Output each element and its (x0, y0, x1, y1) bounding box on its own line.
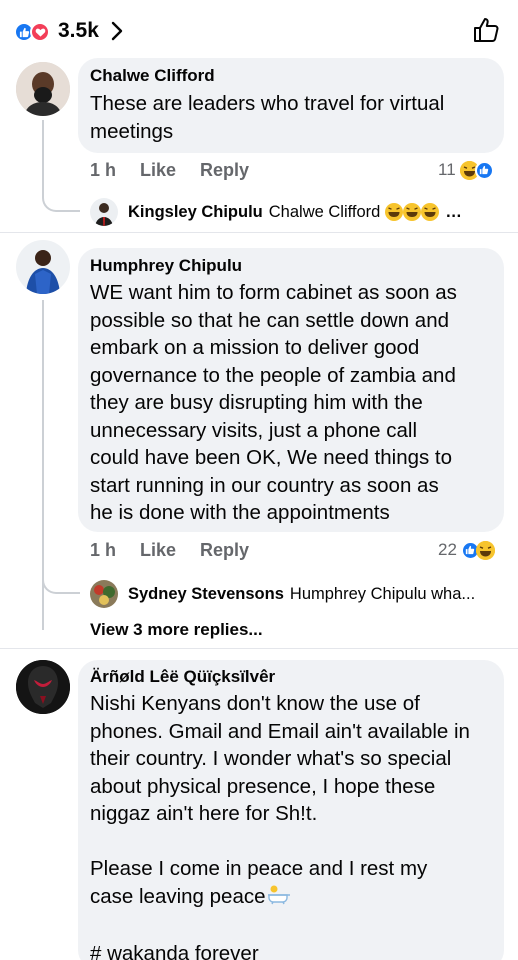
thumbs-up-icon[interactable] (472, 16, 500, 49)
reply-preview[interactable]: Sydney Stevensons Humphrey Chipulu wha..… (90, 580, 475, 608)
like-button[interactable]: Like (140, 160, 176, 181)
divider (0, 232, 518, 233)
reply-author[interactable]: Sydney Stevensons (128, 585, 284, 604)
avatar (90, 580, 118, 608)
avatar (90, 198, 118, 226)
avatar[interactable] (16, 660, 70, 714)
comment-actions: 1 h Like Reply (90, 540, 273, 561)
reply-button[interactable]: Reply (200, 540, 249, 561)
comment-author[interactable]: Ärñøld Lêë Qüïçksïlvêr (90, 666, 275, 688)
comment-bubble: Chalwe Clifford These are leaders who tr… (78, 58, 504, 153)
comment-text: These are leaders who travel for virtual… (90, 92, 445, 143)
avatar[interactable] (16, 240, 70, 294)
reaction-number: 11 (438, 160, 456, 179)
divider (0, 648, 518, 649)
reply-button[interactable]: Reply (200, 160, 249, 181)
view-more-replies-link[interactable]: View 3 more replies... (90, 620, 263, 640)
avatar[interactable] (16, 62, 70, 116)
reactions-summary-bar[interactable]: 3.5k (0, 0, 518, 62)
thread-connector (42, 570, 80, 594)
peace-emoji-icon (266, 883, 292, 913)
comment-time: 1 h (90, 540, 117, 560)
reaction-count: 3.5k (58, 19, 99, 42)
reply-author[interactable]: Kingsley Chipulu (128, 203, 263, 222)
comment-author[interactable]: Humphrey Chipulu (90, 255, 242, 277)
comment-text: Nishi Kenyans don't know the use of phon… (90, 692, 470, 960)
reaction-icons (14, 20, 54, 42)
comment-bubble: Humphrey Chipulu WE want him to form cab… (78, 248, 504, 532)
comment-reaction-count[interactable]: 22 (438, 540, 495, 560)
reply-text: Humphrey Chipulu wha... (289, 584, 476, 603)
haha-reaction-icon (475, 540, 495, 560)
comment-bubble: Ärñøld Lêë Qüïçksïlvêr Nishi Kenyans don… (78, 660, 504, 960)
reaction-number: 22 (438, 540, 457, 559)
haha-icon (385, 202, 443, 222)
love-reaction-icon (30, 22, 50, 42)
ellipsis-icon: … (445, 202, 462, 221)
like-button[interactable]: Like (140, 540, 176, 561)
reply-preview[interactable]: Kingsley Chipulu Chalwe Clifford … (90, 198, 462, 226)
thread-connector (42, 186, 80, 212)
comment-reaction-count[interactable]: 11 (438, 160, 494, 180)
comment-author[interactable]: Chalwe Clifford (90, 65, 215, 87)
reply-text: Chalwe Clifford (268, 202, 381, 221)
thread-line (42, 120, 44, 190)
comment-text: WE want him to form cabinet as soon as p… (90, 281, 457, 524)
comment-time: 1 h (90, 160, 117, 180)
chevron-right-icon[interactable] (111, 21, 123, 41)
comment-actions: 1 h Like Reply (90, 160, 273, 181)
like-reaction-icon (474, 160, 494, 180)
